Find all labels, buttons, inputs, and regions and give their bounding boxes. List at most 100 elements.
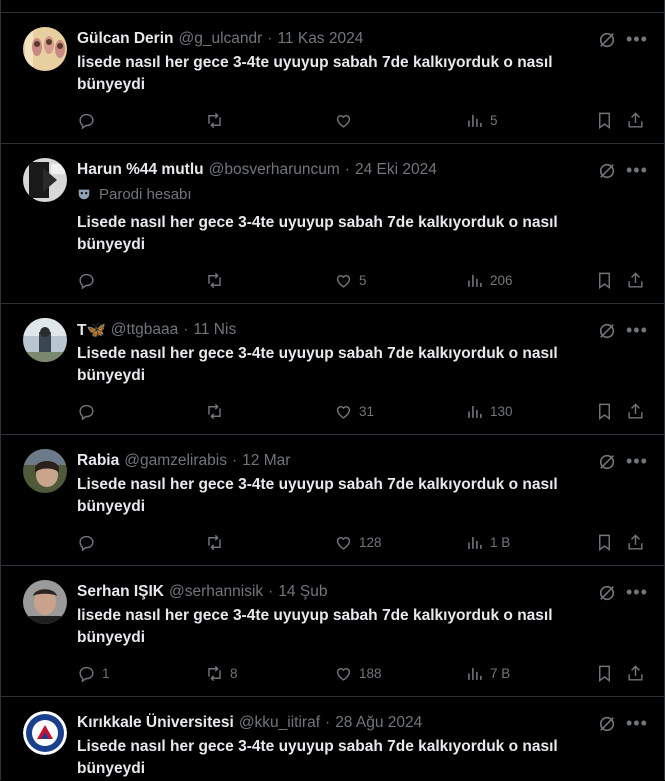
share-icon xyxy=(628,111,643,128)
reply-icon xyxy=(79,666,94,682)
author-name[interactable]: Harun %44 mutlu xyxy=(77,161,204,179)
analytics-icon xyxy=(468,405,482,418)
bookmark-button[interactable] xyxy=(595,110,614,130)
author-handle[interactable]: @ttgbaaa xyxy=(111,321,178,339)
like-button[interactable]: 188 xyxy=(334,663,382,683)
author-handle[interactable]: @g_ulcandr xyxy=(178,30,262,48)
reply-button[interactable] xyxy=(77,270,102,290)
author-handle[interactable]: @gamzelirabis xyxy=(124,452,227,470)
retweet-button[interactable] xyxy=(205,401,230,421)
share-icon xyxy=(628,402,643,419)
share-icon xyxy=(628,664,643,681)
grok-icon[interactable] xyxy=(598,584,616,602)
previous-tweet-edge xyxy=(1,0,664,13)
like-button[interactable]: 5 xyxy=(334,270,367,290)
tweet-card[interactable]: Serhan IŞIK @serhannisik · 14 Şub ••• li… xyxy=(1,566,664,697)
author-name[interactable]: Gülcan Derin xyxy=(77,30,173,48)
grok-icon[interactable] xyxy=(598,322,616,340)
share-icon xyxy=(628,271,643,288)
tweet-card[interactable]: Gülcan Derin @g_ulcandr · 11 Kas 2024 ••… xyxy=(1,13,664,144)
tweet-date[interactable]: 12 Mar xyxy=(242,452,290,470)
tweet-text: Lisede nasıl her gece 3-4te uyuyup sabah… xyxy=(77,214,558,253)
reply-icon xyxy=(79,113,94,129)
views-button[interactable]: 1 B xyxy=(465,532,510,552)
like-button[interactable]: 128 xyxy=(334,532,382,552)
reply-button[interactable] xyxy=(77,401,102,421)
retweet-icon xyxy=(208,112,221,128)
views-button[interactable]: 130 xyxy=(465,401,513,421)
avatar[interactable] xyxy=(23,27,67,71)
like-button[interactable] xyxy=(334,110,359,130)
analytics-icon xyxy=(468,667,482,680)
share-button[interactable] xyxy=(626,270,645,290)
more-icon[interactable]: ••• xyxy=(626,30,647,52)
retweet-button[interactable]: 8 xyxy=(205,663,238,683)
share-button[interactable] xyxy=(626,110,645,130)
like-button[interactable]: 31 xyxy=(334,401,374,421)
grok-icon[interactable] xyxy=(598,162,616,180)
tweet-header: Serhan IŞIK @serhannisik · 14 Şub xyxy=(77,582,327,602)
retweet-button[interactable] xyxy=(205,110,230,130)
share-button[interactable] xyxy=(626,401,645,421)
views-button[interactable]: 206 xyxy=(465,270,513,290)
retweet-icon xyxy=(208,403,221,419)
tweet-card[interactable]: Kırıkkale Üniversitesi @kku_iitiraf · 28… xyxy=(1,697,664,781)
tweet-card[interactable]: Harun %44 mutlu @bosverharuncum · 24 Eki… xyxy=(1,144,664,304)
author-name[interactable]: Serhan IŞIK xyxy=(77,583,164,601)
separator-dot: · xyxy=(344,161,350,178)
more-icon[interactable]: ••• xyxy=(626,321,647,343)
reply-button[interactable]: 1 xyxy=(77,663,110,683)
bookmark-button[interactable] xyxy=(595,401,614,421)
separator-dot: · xyxy=(183,321,189,338)
avatar[interactable] xyxy=(23,580,67,624)
tweet-date[interactable]: 28 Ağu 2024 xyxy=(335,714,422,732)
parody-label: Parodi hesabı xyxy=(77,184,192,204)
avatar[interactable] xyxy=(23,158,67,202)
tweet-date[interactable]: 11 Nis xyxy=(193,321,236,339)
like-count: 188 xyxy=(359,665,382,681)
tweet-header: T🦋 @ttgbaaa · 11 Nis xyxy=(77,320,236,340)
tweet-date[interactable]: 11 Kas 2024 xyxy=(277,30,363,48)
author-handle[interactable]: @bosverharuncum xyxy=(209,161,340,179)
retweet-button[interactable] xyxy=(205,270,230,290)
author-name[interactable]: T🦋 xyxy=(77,321,106,340)
avatar[interactable] xyxy=(23,449,67,493)
more-icon[interactable]: ••• xyxy=(626,161,647,183)
author-name[interactable]: Kırıkkale Üniversitesi xyxy=(77,714,234,732)
more-icon[interactable]: ••• xyxy=(626,714,647,736)
heart-icon xyxy=(336,274,351,288)
share-button[interactable] xyxy=(626,532,645,552)
avatar[interactable] xyxy=(23,318,67,362)
bookmark-icon xyxy=(599,403,610,420)
tweet-date[interactable]: 24 Eki 2024 xyxy=(355,161,437,179)
author-name[interactable]: Rabia xyxy=(77,452,119,470)
retweet-button[interactable] xyxy=(205,532,230,552)
retweet-icon xyxy=(208,272,221,288)
bookmark-button[interactable] xyxy=(595,270,614,290)
grok-icon[interactable] xyxy=(598,715,616,733)
tweet-card[interactable]: T🦋 @ttgbaaa · 11 Nis ••• Lisede nasıl he… xyxy=(1,304,664,435)
share-button[interactable] xyxy=(626,663,645,683)
heart-icon xyxy=(336,405,351,419)
separator-dot: · xyxy=(267,30,273,47)
grok-icon[interactable] xyxy=(598,453,616,471)
bookmark-button[interactable] xyxy=(595,532,614,552)
bookmark-button[interactable] xyxy=(595,663,614,683)
views-button[interactable]: 7 B xyxy=(465,663,510,683)
author-handle[interactable]: @serhannisik xyxy=(169,583,263,601)
more-icon[interactable]: ••• xyxy=(626,452,647,474)
tweet-header: Rabia @gamzelirabis · 12 Mar xyxy=(77,451,290,471)
more-icon[interactable]: ••• xyxy=(626,583,647,605)
grok-icon[interactable] xyxy=(598,31,616,49)
reply-icon xyxy=(79,273,94,289)
views-button[interactable]: 5 xyxy=(465,110,498,130)
tweet-text: lisede nasıl her gece 3-4te uyuyup sabah… xyxy=(77,54,553,93)
author-handle[interactable]: @kku_iitiraf xyxy=(239,714,320,732)
share-icon xyxy=(628,533,643,550)
reply-button[interactable] xyxy=(77,532,102,552)
analytics-icon xyxy=(468,114,482,127)
avatar[interactable] xyxy=(23,711,67,755)
reply-button[interactable] xyxy=(77,110,102,130)
tweet-date[interactable]: 14 Şub xyxy=(278,583,327,601)
tweet-card[interactable]: Rabia @gamzelirabis · 12 Mar ••• Lisede … xyxy=(1,435,664,566)
